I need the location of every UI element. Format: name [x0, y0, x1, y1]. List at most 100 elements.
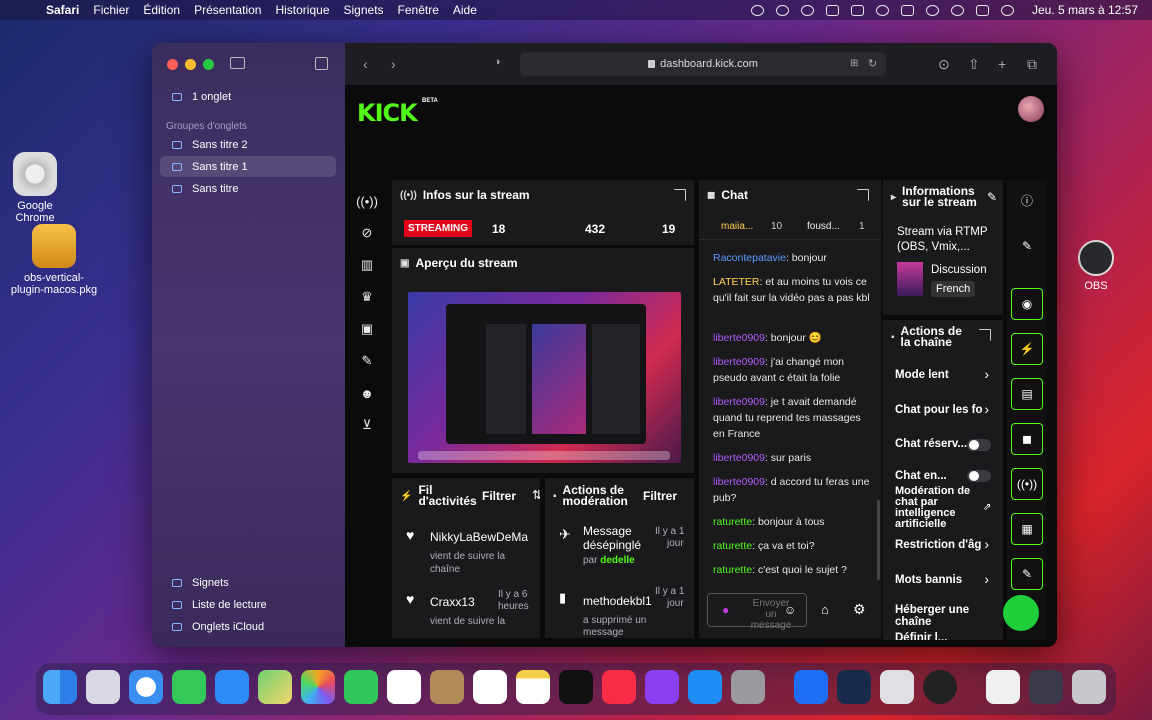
activity-settings-icon[interactable]: ⇅ — [532, 488, 540, 502]
mod-item-by-user[interactable]: dedelle — [600, 555, 634, 566]
reserved-chat-toggle[interactable] — [967, 439, 991, 451]
sidebar-group-3[interactable]: Sans titre — [160, 178, 336, 199]
broadcast-rail-icon[interactable]: ((•)) — [1011, 468, 1043, 500]
chevron-right-icon[interactable]: › — [984, 366, 989, 382]
back-icon[interactable]: ‹ — [363, 56, 368, 72]
inbox-icon[interactable]: ⊻ — [355, 409, 379, 441]
privacy-shield-icon[interactable]: ◗ — [495, 56, 502, 68]
activity-user[interactable]: NikkyLaBewDeMa — [430, 530, 528, 544]
expand-icon[interactable] — [674, 189, 686, 201]
document-dock-icon[interactable] — [986, 670, 1020, 704]
menu-view[interactable]: Présentation — [194, 3, 261, 17]
ai-moderation-row[interactable]: Modération de chat par intelligence arti… — [895, 486, 970, 530]
slow-mode-row[interactable]: Mode lent — [895, 369, 949, 381]
quicktime-icon[interactable] — [837, 670, 871, 704]
wrench-rail-icon[interactable]: ✎ — [1011, 558, 1043, 590]
screenshot-dock-icon[interactable] — [1029, 670, 1063, 704]
apple-icon[interactable] — [16, 3, 30, 17]
stream-preview-video[interactable] — [408, 292, 681, 463]
sidebar-group-1[interactable]: Sans titre 2 — [160, 134, 336, 155]
search-icon[interactable] — [950, 4, 964, 16]
siri-icon[interactable] — [1000, 4, 1014, 16]
chat-icon[interactable]: ◼ — [1011, 423, 1043, 455]
pinned-user-2[interactable]: fousd... — [807, 221, 840, 232]
link-icon[interactable]: ⊘ — [355, 217, 379, 249]
contacts-icon[interactable] — [430, 670, 464, 704]
control-center-icon[interactable] — [975, 4, 989, 16]
appstore-icon[interactable] — [688, 670, 722, 704]
followers-chat-row[interactable]: Chat pour les fo — [895, 404, 983, 416]
menu-file[interactable]: Fichier — [93, 3, 129, 17]
share-icon[interactable]: ⇧ — [968, 56, 980, 73]
trash-dock-icon[interactable] — [1072, 670, 1106, 704]
menu-history[interactable]: Historique — [275, 3, 329, 17]
calendar-icon[interactable] — [387, 670, 421, 704]
menu-bookmarks[interactable]: Signets — [344, 3, 384, 17]
emoji-icon[interactable]: ☺ — [784, 603, 796, 617]
broadcast-icon[interactable]: ((•)) — [355, 185, 379, 217]
safari-icon[interactable] — [129, 670, 163, 704]
new-tab-icon[interactable]: + — [998, 56, 1006, 72]
menu-app-name[interactable]: Safari — [46, 3, 79, 17]
facetime-icon[interactable] — [344, 670, 378, 704]
chat-username[interactable]: LATETER — [713, 276, 759, 288]
tab-overview-icon[interactable]: ⧉ — [1027, 56, 1037, 73]
menu-window[interactable]: Fenêtre — [398, 3, 439, 17]
desktop-obs[interactable]: OBS — [1072, 240, 1120, 292]
chat-username[interactable]: raturette — [713, 516, 752, 528]
forward-icon[interactable]: › — [391, 56, 396, 72]
expand-icon[interactable] — [857, 189, 869, 201]
ticket-icon[interactable]: ▣ — [355, 313, 379, 345]
chat-username[interactable]: liberte0909 — [713, 356, 765, 368]
chat-username[interactable]: liberte0909 — [713, 396, 765, 408]
chat-username[interactable]: liberte0909 — [713, 476, 765, 488]
chevron-right-icon[interactable]: › — [984, 401, 989, 417]
chat-settings-icon[interactable]: ⚙ — [853, 601, 866, 618]
notes-icon[interactable] — [516, 670, 550, 704]
trophy-icon[interactable]: ♛ — [355, 281, 379, 313]
menu-edit[interactable]: Édition — [143, 3, 180, 17]
store-icon[interactable]: ⌂ — [821, 602, 829, 617]
finder-icon[interactable] — [43, 670, 77, 704]
pencil-icon[interactable]: ✎ — [1011, 230, 1043, 262]
play-icon[interactable] — [775, 4, 789, 16]
microphone-icon[interactable]: ● — [722, 603, 729, 617]
chat-username[interactable]: Racontepatavie — [713, 252, 786, 264]
activity-filter[interactable]: Filtrer — [482, 489, 516, 503]
lightning-icon[interactable]: ⚡ — [1011, 333, 1043, 365]
sidebar-toggle-icon[interactable] — [230, 57, 245, 69]
battery-icon[interactable] — [900, 4, 914, 16]
chevron-right-icon[interactable]: › — [984, 536, 989, 552]
mail-icon[interactable] — [215, 670, 249, 704]
chevron-right-icon[interactable]: › — [984, 571, 989, 587]
launchpad-icon[interactable] — [86, 670, 120, 704]
sidebar-bookmarks[interactable]: Signets — [160, 572, 336, 593]
age-restriction-row[interactable]: Restriction d'âg — [895, 539, 981, 551]
messages-icon[interactable] — [172, 670, 206, 704]
sidebar-reading-list[interactable]: Liste de lecture — [160, 594, 336, 615]
layout-icon[interactable]: ▦ — [1011, 513, 1043, 545]
wifi-icon[interactable] — [925, 4, 939, 16]
minimize-button[interactable] — [185, 59, 196, 70]
reminders-icon[interactable] — [473, 670, 507, 704]
moderation-filter[interactable]: Filtrer — [643, 489, 677, 503]
bluetooth-dock-icon[interactable] — [794, 670, 828, 704]
activity-user[interactable]: Craxx13 — [430, 595, 475, 609]
wrench-icon[interactable]: ✎ — [355, 345, 379, 377]
mod-item-title-1[interactable]: methodekbl1 — [583, 594, 652, 608]
photos-icon[interactable] — [301, 670, 335, 704]
menu-help[interactable]: Aide — [453, 3, 477, 17]
chat-scrollbar[interactable] — [877, 500, 880, 580]
desktop-pkg[interactable]: obs-vertical- plugin-macos.pkg — [4, 224, 104, 296]
status-icon-1[interactable] — [750, 4, 764, 16]
bluetooth-icon[interactable] — [875, 4, 889, 16]
podcasts-icon[interactable] — [645, 670, 679, 704]
sidebar-group-2[interactable]: Sans titre 1 — [160, 156, 336, 177]
more-row[interactable]: Définir l... — [895, 632, 947, 640]
menubar-clock[interactable]: Jeu. 5 mars à 12:57 — [1032, 3, 1138, 17]
appletv-icon[interactable] — [559, 670, 593, 704]
zoom-button[interactable] — [203, 59, 214, 70]
chat-username[interactable]: raturette — [713, 540, 752, 552]
desktop-chrome[interactable]: Google Chrome — [0, 152, 70, 224]
close-button[interactable] — [167, 59, 178, 70]
